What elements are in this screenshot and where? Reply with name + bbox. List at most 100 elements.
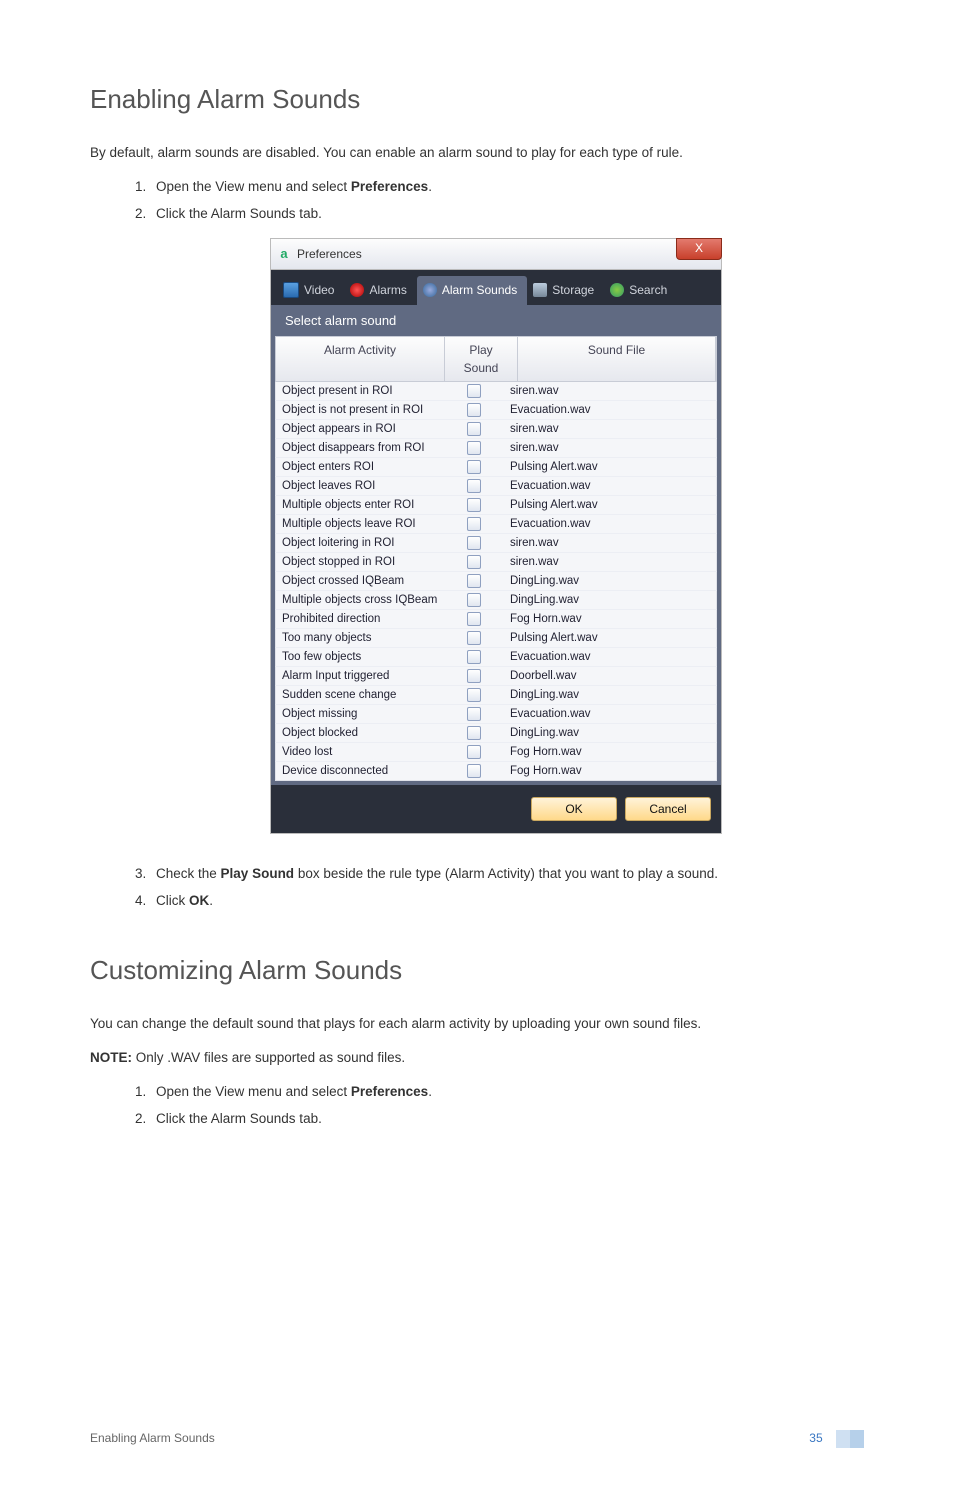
- cell-activity: Video lost: [276, 744, 444, 761]
- cell-sound-file: Evacuation.wav: [504, 478, 716, 495]
- table-row[interactable]: Too many objectsPulsing Alert.wav: [275, 629, 717, 648]
- dialog-title: Preferences: [297, 245, 362, 263]
- play-sound-checkbox[interactable]: [467, 593, 481, 607]
- cell-sound-file: Evacuation.wav: [504, 649, 716, 666]
- table-row[interactable]: Sudden scene changeDingLing.wav: [275, 686, 717, 705]
- cell-sound-file: siren.wav: [504, 554, 716, 571]
- table-row[interactable]: Object missingEvacuation.wav: [275, 705, 717, 724]
- play-sound-checkbox[interactable]: [467, 707, 481, 721]
- tab-search[interactable]: Search: [604, 276, 677, 305]
- col-alarm-activity[interactable]: Alarm Activity: [276, 337, 445, 381]
- table-row[interactable]: Object stopped in ROIsiren.wav: [275, 553, 717, 572]
- table-row[interactable]: Object appears in ROI siren.wav: [275, 420, 717, 439]
- table-row[interactable]: Too few objectsEvacuation.wav: [275, 648, 717, 667]
- cell-sound-file: DingLing.wav: [504, 725, 716, 742]
- step-text: box beside the rule type (Alarm Activity…: [294, 866, 718, 881]
- tab-video[interactable]: Video: [277, 276, 344, 305]
- sound-icon: [423, 283, 437, 297]
- step-text: Open the View menu and select: [156, 1084, 351, 1099]
- play-sound-checkbox[interactable]: [467, 574, 481, 588]
- cell-play: [444, 573, 504, 590]
- table-row[interactable]: Video lost Fog Horn.wav: [275, 743, 717, 762]
- table-row[interactable]: Object is not present in ROIEvacuation.w…: [275, 401, 717, 420]
- cell-activity: Object leaves ROI: [276, 478, 444, 495]
- section2-step-1: Open the View menu and select Preference…: [150, 1082, 864, 1102]
- step-bold: Play Sound: [221, 866, 295, 881]
- table-row[interactable]: Object loitering in ROIsiren.wav: [275, 534, 717, 553]
- ok-button[interactable]: OK: [531, 797, 617, 821]
- table-row[interactable]: Object crossed IQBeam DingLing.wav: [275, 572, 717, 591]
- table-row[interactable]: Multiple objects enter ROIPulsing Alert.…: [275, 496, 717, 515]
- step-text: .: [209, 893, 213, 908]
- play-sound-checkbox[interactable]: [467, 612, 481, 626]
- cell-activity: Sudden scene change: [276, 687, 444, 704]
- play-sound-checkbox[interactable]: [467, 517, 481, 531]
- cell-play: [444, 649, 504, 666]
- cell-play: [444, 497, 504, 514]
- play-sound-checkbox[interactable]: [467, 403, 481, 417]
- play-sound-checkbox[interactable]: [467, 536, 481, 550]
- step-text: Open the View menu and select: [156, 179, 351, 194]
- panel-header: Select alarm sound: [271, 305, 721, 337]
- play-sound-checkbox[interactable]: [467, 745, 481, 759]
- table-row[interactable]: Prohibited directionFog Horn.wav: [275, 610, 717, 629]
- tab-alarms[interactable]: Alarms: [344, 276, 416, 305]
- table-row[interactable]: Object enters ROIPulsing Alert.wav: [275, 458, 717, 477]
- cell-play: [444, 440, 504, 457]
- cell-sound-file: DingLing.wav: [504, 573, 716, 590]
- footer-section-title: Enabling Alarm Sounds: [90, 1429, 215, 1447]
- step-text: Click: [156, 893, 189, 908]
- tab-alarm-sounds[interactable]: Alarm Sounds: [417, 276, 527, 305]
- play-sound-checkbox[interactable]: [467, 764, 481, 778]
- cell-sound-file: Doorbell.wav: [504, 668, 716, 685]
- step-text: Check the: [156, 866, 221, 881]
- cancel-button[interactable]: Cancel: [625, 797, 711, 821]
- play-sound-checkbox[interactable]: [467, 650, 481, 664]
- section1-step-3: Check the Play Sound box beside the rule…: [150, 864, 864, 884]
- play-sound-checkbox[interactable]: [467, 498, 481, 512]
- table-row[interactable]: Alarm Input triggered Doorbell.wav: [275, 667, 717, 686]
- cell-sound-file: siren.wav: [504, 421, 716, 438]
- cell-sound-file: Fog Horn.wav: [504, 763, 716, 780]
- tab-label: Search: [629, 281, 667, 299]
- app-icon: a: [277, 247, 291, 261]
- play-sound-checkbox[interactable]: [467, 669, 481, 683]
- cell-play: [444, 402, 504, 419]
- table-row[interactable]: Device disconnectedFog Horn.wav: [275, 762, 717, 781]
- table-row[interactable]: Object disappears from ROIsiren.wav: [275, 439, 717, 458]
- cell-activity: Alarm Input triggered: [276, 668, 444, 685]
- cell-sound-file: siren.wav: [504, 440, 716, 457]
- cell-play: [444, 516, 504, 533]
- cell-activity: Object is not present in ROI: [276, 402, 444, 419]
- cell-sound-file: Fog Horn.wav: [504, 744, 716, 761]
- cell-activity: Prohibited direction: [276, 611, 444, 628]
- play-sound-checkbox[interactable]: [467, 631, 481, 645]
- play-sound-checkbox[interactable]: [467, 688, 481, 702]
- table-row[interactable]: Object present in ROIsiren.wav: [275, 382, 717, 401]
- col-sound-file[interactable]: Sound File: [518, 337, 716, 381]
- play-sound-checkbox[interactable]: [467, 726, 481, 740]
- cell-activity: Object crossed IQBeam: [276, 573, 444, 590]
- table-row[interactable]: Multiple objects leave ROIEvacuation.wav: [275, 515, 717, 534]
- table-row[interactable]: Multiple objects cross IQBeamDingLing.wa…: [275, 591, 717, 610]
- play-sound-checkbox[interactable]: [467, 384, 481, 398]
- col-play-sound[interactable]: Play Sound: [445, 337, 518, 381]
- table-row[interactable]: Object blockedDingLing.wav: [275, 724, 717, 743]
- tab-label: Alarms: [369, 281, 406, 299]
- storage-icon: [533, 283, 547, 297]
- play-sound-checkbox[interactable]: [467, 422, 481, 436]
- table-row[interactable]: Object leaves ROI Evacuation.wav: [275, 477, 717, 496]
- step-bold: OK: [189, 893, 209, 908]
- tab-storage[interactable]: Storage: [527, 276, 604, 305]
- section1-intro: By default, alarm sounds are disabled. Y…: [90, 143, 864, 163]
- note-label: NOTE:: [90, 1050, 132, 1065]
- cell-activity: Multiple objects leave ROI: [276, 516, 444, 533]
- play-sound-checkbox[interactable]: [467, 555, 481, 569]
- cell-activity: Object appears in ROI: [276, 421, 444, 438]
- close-button[interactable]: X: [676, 238, 722, 260]
- play-sound-checkbox[interactable]: [467, 460, 481, 474]
- cell-play: [444, 744, 504, 761]
- play-sound-checkbox[interactable]: [467, 441, 481, 455]
- section2-note: NOTE: Only .WAV files are supported as s…: [90, 1048, 864, 1068]
- play-sound-checkbox[interactable]: [467, 479, 481, 493]
